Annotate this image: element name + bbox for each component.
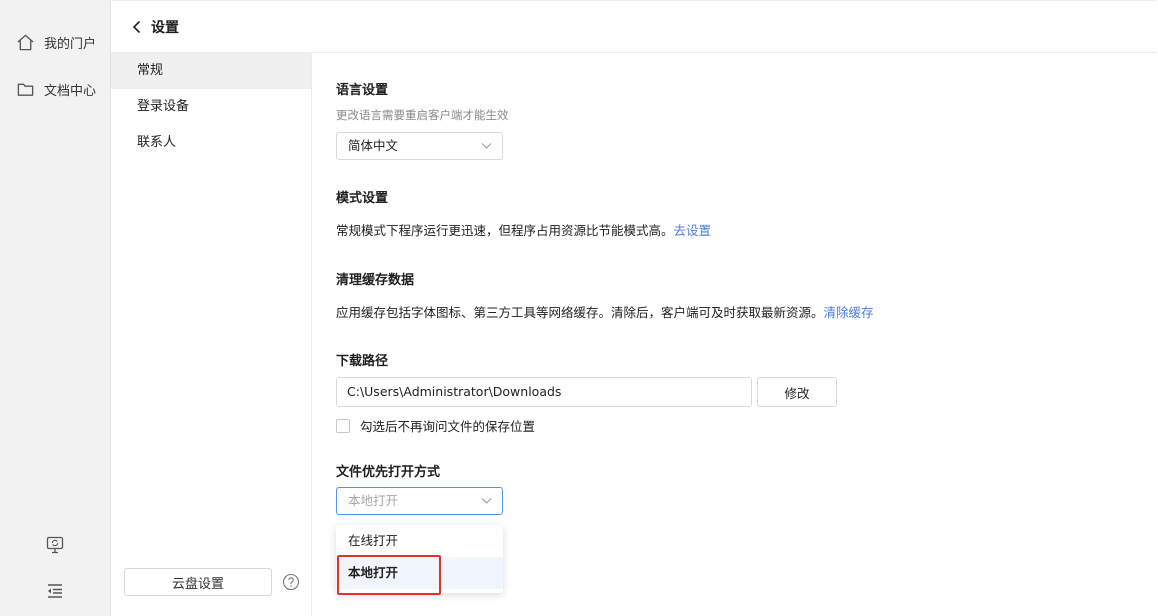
language-desc: 更改语言需要重启客户端才能生效	[336, 108, 509, 122]
open-mode-placeholder: 本地打开	[348, 493, 399, 508]
chevron-left-icon	[132, 20, 141, 34]
settings-main: 语言设置 更改语言需要重启客户端才能生效 简体中文 模式设置 常规模式下程序运行…	[312, 53, 1158, 616]
back-button[interactable]: 设置	[131, 17, 179, 37]
cache-text: 应用缓存包括字体图标、第三方工具等网络缓存。清除后，客户端可及时获取最新资源。	[336, 305, 824, 320]
mode-settings-link[interactable]: 去设置	[674, 223, 712, 238]
option-open-local[interactable]: 本地打开	[336, 557, 503, 589]
rail-item-label: 我的门户	[44, 36, 97, 52]
subnav-item-login-devices[interactable]: 登录设备	[111, 89, 311, 125]
settings-subnav: 常规 登录设备 联系人 云盘设置	[111, 53, 312, 616]
language-select-value: 简体中文	[348, 138, 399, 153]
chevron-down-icon	[481, 498, 492, 504]
folder-icon	[17, 83, 34, 96]
cache-title: 清理缓存数据	[336, 273, 415, 288]
open-mode-title: 文件优先打开方式	[336, 465, 441, 480]
open-mode-select[interactable]: 本地打开	[336, 487, 503, 515]
rail-item-portal[interactable]: 我的门户	[16, 30, 96, 54]
cache-text-row: 应用缓存包括字体图标、第三方工具等网络缓存。清除后，客户端可及时获取最新资源。清…	[336, 302, 874, 321]
no-ask-checkbox-row[interactable]: 勾选后不再询问文件的保存位置	[336, 416, 535, 435]
mode-text: 常规模式下程序运行更迅速，但程序占用资源比节能模式高。	[336, 223, 674, 238]
no-ask-checkbox[interactable]	[336, 418, 350, 433]
subnav-item-general[interactable]: 常规	[111, 53, 311, 89]
home-icon	[17, 34, 34, 50]
language-title: 语言设置	[336, 83, 389, 98]
mode-text-row: 常规模式下程序运行更迅速，但程序占用资源比节能模式高。去设置	[336, 220, 711, 239]
collapse-menu-icon[interactable]	[45, 582, 65, 604]
cloud-settings-button[interactable]: 云盘设置	[124, 568, 272, 596]
rail-item-label: 文档中心	[44, 83, 97, 99]
open-mode-dropdown: 在线打开 本地打开	[336, 525, 503, 593]
download-title: 下载路径	[336, 354, 389, 369]
mode-title: 模式设置	[336, 191, 389, 206]
chevron-down-icon	[481, 143, 492, 149]
download-path-field[interactable]: C:\Users\Administrator\Downloads	[336, 377, 752, 407]
help-icon[interactable]	[282, 573, 300, 591]
modify-path-button[interactable]: 修改	[757, 377, 837, 407]
settings-header: 设置	[111, 0, 1157, 53]
left-rail: 我的门户 文档中心	[0, 0, 111, 616]
sync-screen-icon[interactable]	[45, 535, 65, 559]
option-open-online[interactable]: 在线打开	[336, 525, 503, 557]
subnav-item-contacts[interactable]: 联系人	[111, 125, 311, 161]
clear-cache-link[interactable]: 清除缓存	[824, 305, 874, 320]
rail-item-docs[interactable]: 文档中心	[16, 77, 96, 101]
page-title: 设置	[151, 20, 179, 36]
no-ask-checkbox-label: 勾选后不再询问文件的保存位置	[360, 419, 536, 434]
language-select[interactable]: 简体中文	[336, 132, 503, 160]
